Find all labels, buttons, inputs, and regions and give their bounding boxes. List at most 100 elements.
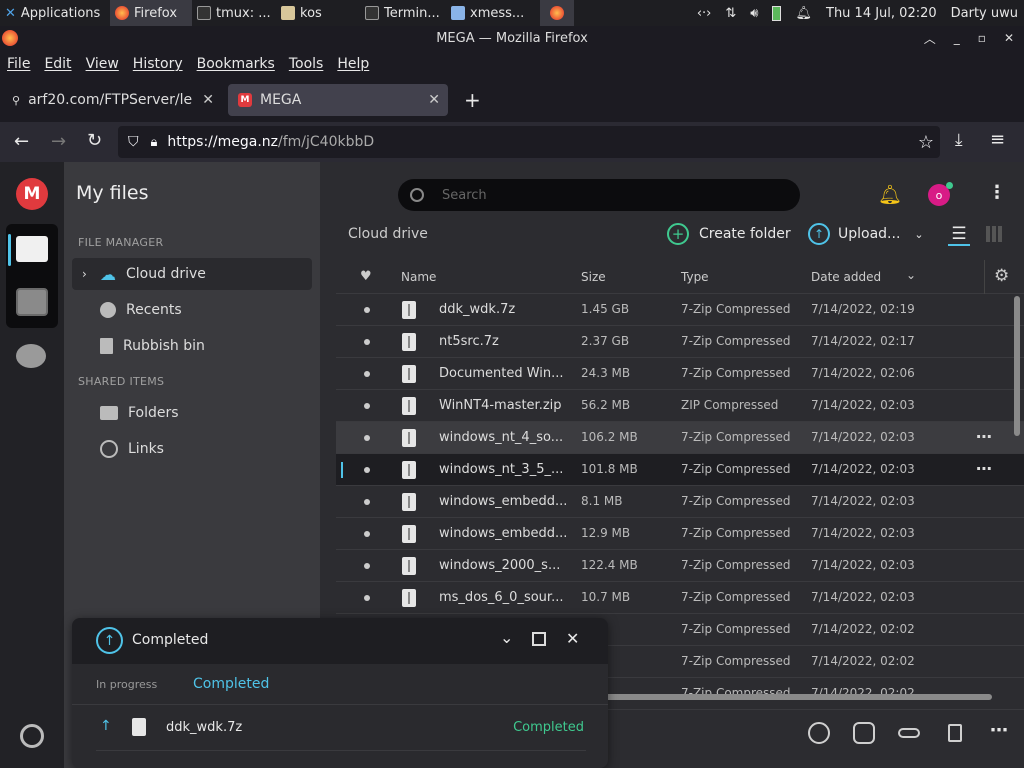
tab-in-progress[interactable]: In progress (96, 678, 157, 691)
trash-icon[interactable] (948, 724, 962, 742)
reload-icon[interactable]: ↻ (87, 130, 102, 151)
tab-close-icon[interactable]: ✕ (428, 92, 440, 108)
tab-mega[interactable]: M MEGA ✕ (228, 84, 448, 116)
taskbar-firefox[interactable]: Firefox (110, 0, 192, 26)
file-name[interactable]: WinNT4-master.zip (439, 398, 569, 413)
favourite-dot-icon[interactable] (364, 531, 370, 537)
table-row[interactable]: windows_nt_3_5_... 101.8 MB 7-Zip Compress… (336, 454, 1024, 486)
gear-icon[interactable]: ⚙ (994, 266, 1009, 286)
download-icon[interactable]: ⤓ (955, 130, 963, 150)
search-bar[interactable]: Search (398, 179, 800, 211)
more-horizontal-icon[interactable]: ⋯ (990, 720, 1008, 741)
more-horizontal-icon[interactable]: ⋯ (976, 427, 992, 446)
file-name[interactable]: Documented Win... (439, 366, 569, 381)
volume-icon[interactable]: 🔊︎ (750, 6, 758, 21)
mega-logo-icon[interactable]: M (16, 178, 48, 210)
taskbar-firefox-active[interactable] (540, 0, 574, 26)
applications-menu[interactable]: ✕ Applications (0, 0, 110, 26)
column-size[interactable]: Size (581, 270, 606, 284)
column-name[interactable]: Name (401, 270, 436, 284)
table-row[interactable]: windows_nt_4_so... 106.2 MB 7-Zip Compress… (336, 422, 1024, 454)
app-menu-icon[interactable]: ≡ (990, 129, 1005, 150)
favourite-dot-icon[interactable] (364, 595, 370, 601)
notification-bell-icon[interactable]: 🔔︎ (878, 183, 902, 206)
clock[interactable]: Thu 14 Jul, 02:20 (826, 6, 937, 21)
table-row[interactable]: WinNT4-master.zip 56.2 MB ZIP Compressed 7/… (336, 390, 1024, 422)
table-row[interactable]: ms_dos_6_0_sour... 10.7 MB 7-Zip Compresse… (336, 582, 1024, 614)
table-row[interactable]: Documented Win... 24.3 MB 7-Zip Compressed… (336, 358, 1024, 390)
photos-icon[interactable] (16, 288, 48, 316)
file-name[interactable]: windows_embedd... (439, 494, 569, 509)
url-bar[interactable]: ⛉ 🔒︎ https://mega.nz /fm/jC40kbbD ☆ (118, 126, 940, 158)
table-row[interactable]: windows_2000_s... 122.4 MB 7-Zip Compresse… (336, 550, 1024, 582)
favourite-dot-icon[interactable] (364, 339, 370, 345)
sidebar-item-links[interactable]: Links (72, 433, 312, 465)
file-name[interactable]: windows_embedd... (439, 526, 569, 541)
table-row[interactable]: nt5src.7z 2.37 GB 7-Zip Compressed 7/14/202… (336, 326, 1024, 358)
favourite-heart-icon[interactable]: ♥ (360, 269, 372, 284)
file-name[interactable]: windows_2000_s... (439, 558, 569, 573)
table-row[interactable]: windows_embedd... 8.1 MB 7-Zip Compressed 7… (336, 486, 1024, 518)
menu-edit[interactable]: Edit (37, 56, 78, 72)
list-view-icon[interactable]: ☰ (948, 224, 970, 246)
menu-bookmarks[interactable]: Bookmarks (190, 56, 282, 72)
sort-chevron-down-icon[interactable]: ⌄ (906, 268, 916, 282)
chat-icon[interactable] (16, 344, 46, 368)
forward-arrow-icon[interactable]: → (51, 131, 66, 152)
new-tab-icon[interactable]: + (464, 88, 481, 112)
file-name[interactable]: ddk_wdk.7z (439, 302, 569, 317)
taskbar-kos[interactable]: kos (276, 0, 360, 26)
grid-view-icon[interactable] (986, 226, 1002, 242)
column-type[interactable]: Type (681, 270, 709, 284)
more-horizontal-icon[interactable]: ⋯ (976, 459, 992, 478)
window-minimize-icon[interactable]: _ (954, 31, 960, 45)
favourite-dot-icon[interactable] (364, 467, 370, 473)
network-icon[interactable]: ‹·› (697, 6, 712, 21)
shield-icon[interactable]: ⛉ (128, 134, 139, 150)
sidebar-item-rubbish-bin[interactable]: Rubbish bin (72, 330, 312, 362)
table-row[interactable]: ddk_wdk.7z 1.45 GB 7-Zip Compressed 7/14/20… (336, 294, 1024, 326)
menu-view[interactable]: View (79, 56, 126, 72)
breadcrumb[interactable]: Cloud drive (348, 226, 428, 242)
favourite-dot-icon[interactable] (364, 371, 370, 377)
drive-folder-icon[interactable] (16, 236, 48, 262)
chevron-down-icon[interactable]: ⌄ (500, 628, 513, 647)
popout-icon[interactable] (532, 632, 546, 646)
taskbar-xmessage[interactable]: xmess... (446, 0, 540, 26)
back-arrow-icon[interactable]: ← (14, 131, 29, 152)
bookmark-star-icon[interactable]: ☆ (918, 132, 934, 153)
menu-file[interactable]: File (0, 56, 37, 72)
table-row[interactable]: windows_embedd... 12.9 MB 7-Zip Compressed… (336, 518, 1024, 550)
storage-usage-icon[interactable] (20, 724, 44, 748)
file-name[interactable]: windows_nt_4_so... (439, 430, 569, 445)
favourite-dot-icon[interactable] (364, 563, 370, 569)
menu-help[interactable]: Help (330, 56, 376, 72)
lock-icon[interactable]: 🔒︎ (151, 135, 158, 150)
user-name[interactable]: Darty uwu (951, 6, 1018, 21)
window-maximize-icon[interactable]: ︿ (924, 30, 936, 47)
taskbar-terminal[interactable]: Termin... (360, 0, 446, 26)
tab-arf20[interactable]: ⚲ arf20.com/FTPServer/lea ✕ (2, 84, 222, 116)
link-icon[interactable] (898, 728, 920, 738)
close-icon[interactable]: ✕ (566, 629, 579, 648)
transfer-arrows-icon[interactable]: ⇅ (725, 6, 736, 21)
taskbar-tmux[interactable]: tmux: ... (192, 0, 276, 26)
more-vertical-icon[interactable]: ⋮ (988, 182, 1006, 203)
notification-bell-icon[interactable]: 🔔︎ (795, 6, 812, 21)
file-name[interactable]: nt5src.7z (439, 334, 569, 349)
sidebar-item-cloud-drive[interactable]: › ☁ Cloud drive (72, 258, 312, 290)
transfer-row[interactable]: ↑ ddk_wdk.7z Completed (96, 714, 596, 742)
tab-close-icon[interactable]: ✕ (202, 92, 214, 108)
tab-completed[interactable]: Completed (193, 676, 269, 692)
create-folder-button[interactable]: + Create folder (667, 223, 791, 245)
share-icon[interactable] (853, 722, 875, 744)
battery-icon[interactable] (772, 5, 782, 21)
file-name[interactable]: windows_nt_3_5_... (439, 462, 569, 477)
menu-history[interactable]: History (126, 56, 190, 72)
upload-button[interactable]: ↑ Upload... ⌄ (808, 223, 924, 245)
window-restore-icon[interactable]: ▫ (978, 31, 986, 45)
sidebar-item-folders[interactable]: Folders (72, 397, 312, 429)
chevron-right-icon[interactable]: › (82, 267, 87, 281)
download-circle-icon[interactable] (808, 722, 830, 744)
file-name[interactable]: ms_dos_6_0_sour... (439, 590, 569, 605)
